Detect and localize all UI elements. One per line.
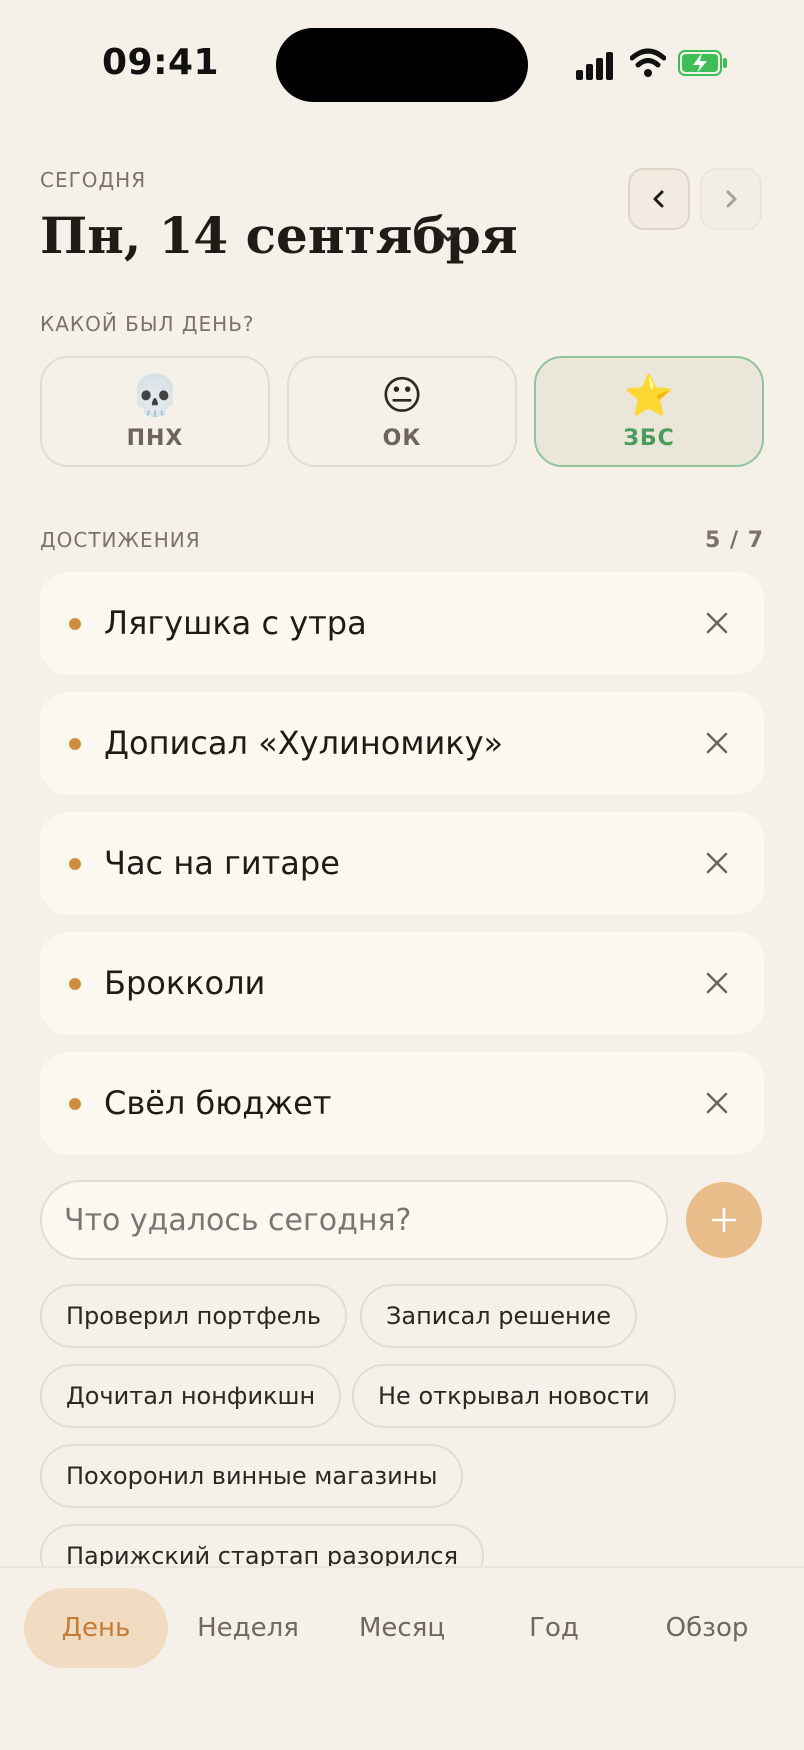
suggestion-chip[interactable]: Проверил портфель [40, 1284, 348, 1348]
achievement-item: Час на гитаре [40, 812, 764, 915]
achievements-count: 5 / 7 [705, 528, 764, 553]
tab-day[interactable]: День [24, 1588, 168, 1668]
chevron-left-icon [653, 190, 664, 208]
mood-option-label: ПНХ [126, 426, 184, 451]
achievement-input-wrapper [40, 1180, 668, 1260]
tab-overview[interactable]: Обзор [642, 1588, 772, 1668]
suggestion-chip[interactable]: Дочитал нонфикшн [40, 1364, 342, 1428]
star-icon: ⭐ [624, 373, 674, 419]
remove-achievement-icon[interactable] [704, 610, 730, 636]
achievement-item: Брокколи [40, 932, 764, 1035]
remove-achievement-icon[interactable] [704, 970, 730, 996]
remove-achievement-icon[interactable] [704, 850, 730, 876]
achievements-label: ДОСТИЖЕНИЯ [40, 528, 201, 552]
achievement-text: Брокколи [104, 964, 266, 1002]
bottom-tab-bar: День Неделя Месяц Год Обзор [0, 1566, 804, 1750]
plus-icon [711, 1207, 737, 1233]
achievement-text: Свёл бюджет [104, 1084, 332, 1122]
wifi-icon [630, 48, 666, 77]
mood-option-ok[interactable]: 😐 ОК [287, 356, 517, 467]
tab-year[interactable]: Год [490, 1588, 618, 1668]
battery-charging-icon [678, 50, 727, 76]
bullet-icon [69, 1098, 81, 1110]
previous-day-button[interactable] [628, 168, 690, 230]
mood-option-zbs[interactable]: ⭐ ЗБС [534, 356, 764, 467]
mood-option-label: ЗБС [623, 426, 675, 451]
chevron-down-icon[interactable] [434, 222, 462, 250]
achievement-item: Лягушка с утра [40, 572, 764, 675]
remove-achievement-icon[interactable] [704, 1090, 730, 1116]
suggestion-chip[interactable]: Похоронил винные магазины [40, 1444, 464, 1508]
status-bar: 09:41 [0, 0, 804, 130]
mood-option-pnh[interactable]: 💀 ПНХ [40, 356, 270, 467]
achievement-input[interactable] [42, 1182, 666, 1258]
chevron-right-icon [726, 190, 737, 208]
dynamic-island [276, 28, 528, 102]
mood-option-label: ОК [382, 426, 422, 451]
remove-achievement-icon[interactable] [704, 730, 730, 756]
achievement-text: Дописал «Хулиномику» [104, 724, 504, 762]
achievement-text: Лягушка с утра [104, 604, 367, 642]
skull-icon: 💀 [130, 373, 180, 419]
achievement-text: Час на гитаре [104, 844, 340, 882]
suggestion-chip[interactable]: Записал решение [360, 1284, 638, 1348]
bullet-icon [69, 978, 81, 990]
bullet-icon [69, 858, 81, 870]
status-time: 09:41 [102, 42, 220, 83]
next-day-button[interactable] [700, 168, 762, 230]
mood-question: КАКОЙ БЫЛ ДЕНЬ? [40, 312, 255, 336]
achievement-item: Дописал «Хулиномику» [40, 692, 764, 795]
bullet-icon [69, 738, 81, 750]
bullet-icon [69, 618, 81, 630]
today-label: СЕГОДНЯ [40, 168, 147, 192]
add-achievement-button[interactable] [686, 1182, 762, 1258]
cellular-signal-icon [576, 50, 616, 80]
tab-month[interactable]: Месяц [338, 1588, 466, 1668]
neutral-face-icon: 😐 [381, 373, 423, 419]
achievement-item: Свёл бюджет [40, 1052, 764, 1155]
tab-week[interactable]: Неделя [184, 1588, 312, 1668]
suggestion-chip[interactable]: Не открывал новости [352, 1364, 676, 1428]
